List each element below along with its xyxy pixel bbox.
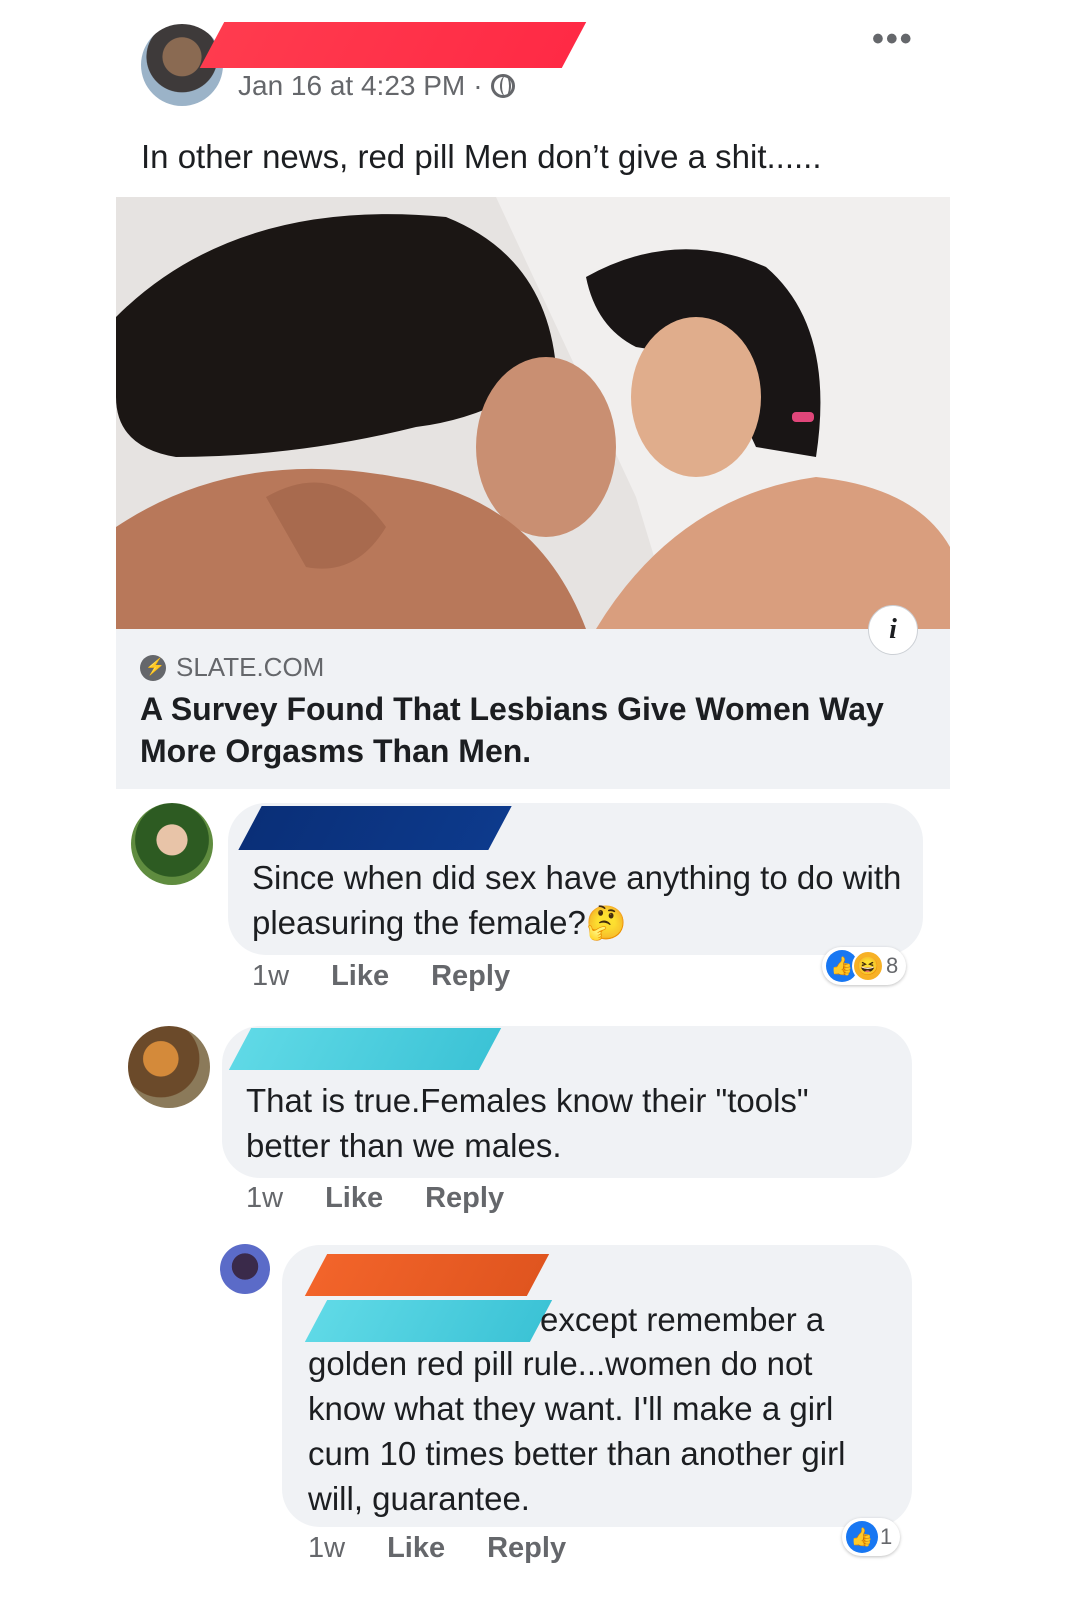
comment-actions: 1w Like Reply [308,1532,566,1565]
info-icon[interactable]: i [868,605,918,655]
reply-button[interactable]: Reply [431,960,510,993]
post-timestamp[interactable]: Jan 16 at 4:23 PM [238,70,465,102]
comment-actions: 1w Like Reply [252,960,510,993]
post-meta: Jan 16 at 4:23 PM · [238,70,515,102]
more-dots-icon[interactable]: ••• [872,20,914,59]
globe-icon [490,74,515,98]
like-button[interactable]: Like [325,1182,383,1215]
comment-time[interactable]: 1w [308,1532,345,1565]
comment-text: That is true.Females know their "tools" … [246,1082,809,1164]
redacted-commenter-name [228,1028,502,1070]
like-button[interactable]: Like [331,960,389,993]
redacted-author-name [199,22,587,68]
reaction-summary[interactable]: 👍 1 [842,1518,901,1556]
comment-avatar[interactable] [128,1026,210,1108]
reply-button[interactable]: Reply [487,1532,566,1565]
haha-reaction-icon: 😆 [852,950,884,982]
instant-article-bolt-icon [140,654,166,681]
link-preview-image[interactable] [116,197,950,629]
comment-avatar[interactable] [131,803,213,885]
reaction-summary[interactable]: 👍 😆 8 [822,947,907,985]
post-text: In other news, red pill Men don’t give a… [141,138,822,175]
comment-time[interactable]: 1w [246,1182,283,1215]
link-domain: SLATE.COM [140,652,324,683]
link-title[interactable]: A Survey Found That Lesbians Give Women … [140,688,930,772]
like-reaction-icon: 👍 [846,1521,878,1553]
reply-avatar[interactable] [220,1244,270,1294]
comment-text-line1: except remember a [540,1301,825,1338]
redacted-commenter-name [304,1254,550,1296]
link-domain-text: SLATE.COM [176,652,325,682]
redacted-tagged-name [304,1300,553,1342]
reply-button[interactable]: Reply [425,1182,504,1215]
comment-text: Since when did sex have anything to do w… [252,859,902,941]
comment-time[interactable]: 1w [252,960,289,993]
comment-text: golden red pill rule...women do not know… [308,1345,846,1517]
like-button[interactable]: Like [387,1532,445,1565]
meta-separator: · [473,70,483,101]
reaction-count: 8 [886,953,899,978]
comment-actions: 1w Like Reply [246,1182,504,1215]
reaction-count: 1 [880,1524,893,1549]
redacted-commenter-name [238,806,512,850]
